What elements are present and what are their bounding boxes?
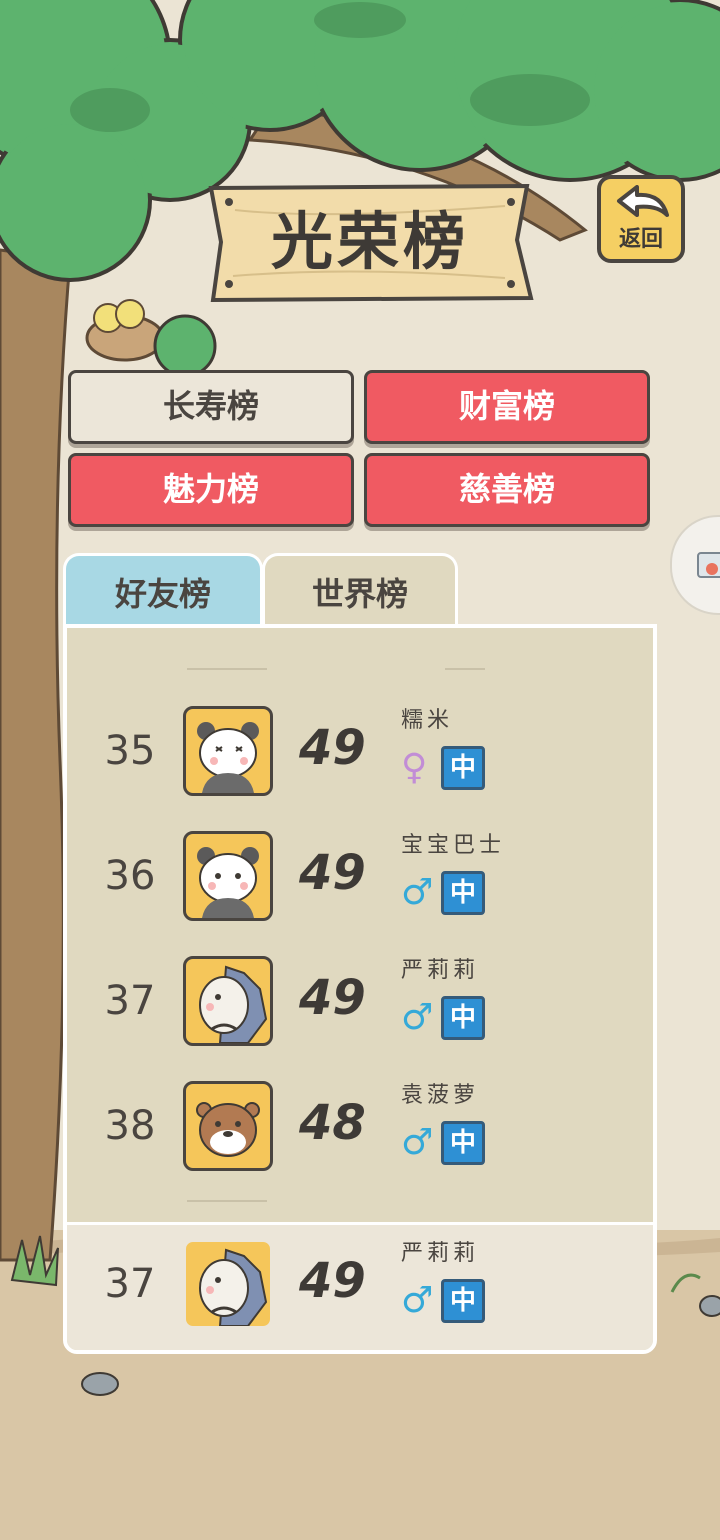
tier-badge: 中 bbox=[441, 871, 485, 915]
rank-number: 35 bbox=[104, 728, 156, 774]
score-value: 49 bbox=[299, 845, 366, 901]
leaderboard-row[interactable]: 37 49 严莉莉 ♂ 中 bbox=[67, 954, 653, 1064]
panda-avatar-icon bbox=[183, 831, 273, 921]
male-icon: ♂ bbox=[401, 1280, 434, 1321]
divider bbox=[445, 668, 485, 670]
leaderboard-row[interactable]: 36 49 宝宝巴士 ♂ 中 bbox=[67, 829, 653, 939]
game-scene: 光荣榜 返回 长寿榜 财富榜 魅力榜 慈善榜 好友榜 世界榜 35 49 糯米 … bbox=[0, 0, 720, 1540]
player-name: 严莉莉 bbox=[401, 958, 480, 983]
my-rank-row[interactable]: 37 49 严莉莉 ♂ 中 bbox=[67, 1222, 653, 1350]
tab-world[interactable]: 世界榜 bbox=[262, 553, 458, 633]
leaderboard-row[interactable]: 38 48 袁菠萝 ♂ 中 bbox=[67, 1079, 653, 1189]
page-title: 光荣榜 bbox=[270, 205, 469, 278]
hedgehog-avatar-icon bbox=[183, 1239, 273, 1329]
score-value: 49 bbox=[299, 1253, 366, 1309]
player-name: 糯米 bbox=[401, 708, 454, 733]
rank-number: 37 bbox=[104, 1261, 156, 1307]
male-icon: ♂ bbox=[401, 997, 434, 1038]
panda-avatar-icon bbox=[183, 706, 273, 796]
my-rank-row-content: 37 49 严莉莉 ♂ 中 bbox=[67, 1237, 653, 1347]
rank-number: 36 bbox=[104, 853, 156, 899]
category-wealth-button[interactable]: 财富榜 bbox=[364, 370, 650, 444]
rank-number: 38 bbox=[104, 1103, 156, 1149]
female-icon: ♀ bbox=[401, 747, 428, 788]
back-button[interactable]: 返回 bbox=[597, 175, 685, 263]
tier-badge: 中 bbox=[441, 746, 485, 790]
leaderboard-row[interactable]: 35 49 糯米 ♀ 中 bbox=[67, 704, 653, 814]
divider bbox=[187, 1200, 267, 1202]
score-value: 49 bbox=[299, 720, 366, 776]
back-button-label: 返回 bbox=[618, 227, 663, 252]
divider bbox=[187, 668, 267, 670]
player-name: 袁菠萝 bbox=[401, 1083, 480, 1108]
mailbox-icon bbox=[697, 552, 720, 578]
player-name: 宝宝巴士 bbox=[401, 833, 506, 858]
tier-badge: 中 bbox=[441, 996, 485, 1040]
player-name: 严莉莉 bbox=[401, 1241, 480, 1266]
score-value: 48 bbox=[299, 1095, 366, 1151]
tab-friends[interactable]: 好友榜 bbox=[63, 553, 263, 627]
category-longevity-button[interactable]: 长寿榜 bbox=[68, 370, 354, 444]
category-charm-button[interactable]: 魅力榜 bbox=[68, 453, 354, 527]
leaderboard-panel[interactable]: 35 49 糯米 ♀ 中 36 49 宝宝巴士 ♂ 中 37 49 严莉莉 ♂ … bbox=[63, 624, 657, 1354]
male-icon: ♂ bbox=[401, 872, 434, 913]
hedgehog-avatar-icon bbox=[183, 956, 273, 1046]
tier-badge: 中 bbox=[441, 1121, 485, 1165]
rank-number: 37 bbox=[104, 978, 156, 1024]
score-value: 49 bbox=[299, 970, 366, 1026]
otter-avatar-icon bbox=[183, 1081, 273, 1171]
category-charity-button[interactable]: 慈善榜 bbox=[364, 453, 650, 527]
male-icon: ♂ bbox=[401, 1122, 434, 1163]
tier-badge: 中 bbox=[441, 1279, 485, 1323]
